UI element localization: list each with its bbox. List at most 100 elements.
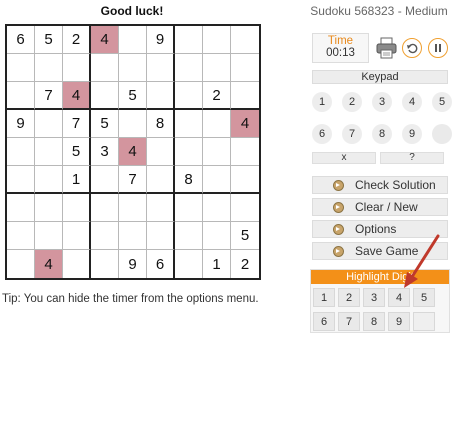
sudoku-cell[interactable] xyxy=(203,194,231,222)
sudoku-cell[interactable]: 5 xyxy=(119,82,147,110)
undo-button[interactable] xyxy=(402,38,422,58)
sudoku-cell[interactable] xyxy=(203,222,231,250)
sudoku-cell[interactable]: 2 xyxy=(203,82,231,110)
keypad-blank-button[interactable] xyxy=(432,124,452,144)
sudoku-cell[interactable]: 8 xyxy=(147,110,175,138)
sudoku-cell[interactable]: 5 xyxy=(91,110,119,138)
sudoku-cell[interactable] xyxy=(7,250,35,278)
sudoku-cell[interactable] xyxy=(231,54,259,82)
sudoku-cell[interactable] xyxy=(7,222,35,250)
sudoku-cell[interactable]: 4 xyxy=(119,138,147,166)
keypad-digit-button[interactable]: 8 xyxy=(372,124,392,144)
sudoku-cell[interactable] xyxy=(91,194,119,222)
sudoku-cell[interactable] xyxy=(231,82,259,110)
keypad-digit-button[interactable]: 1 xyxy=(312,92,332,112)
sudoku-cell[interactable] xyxy=(175,250,203,278)
sudoku-cell[interactable] xyxy=(35,194,63,222)
sudoku-cell[interactable] xyxy=(35,54,63,82)
sudoku-cell[interactable]: 7 xyxy=(35,82,63,110)
sudoku-cell[interactable]: 4 xyxy=(231,110,259,138)
sudoku-cell[interactable] xyxy=(147,194,175,222)
sudoku-cell[interactable] xyxy=(91,54,119,82)
keypad-digit-button[interactable]: 9 xyxy=(402,124,422,144)
sudoku-cell[interactable]: 5 xyxy=(35,26,63,54)
sudoku-cell[interactable]: 4 xyxy=(91,26,119,54)
sudoku-cell[interactable] xyxy=(35,110,63,138)
sudoku-cell[interactable]: 9 xyxy=(7,110,35,138)
sudoku-cell[interactable] xyxy=(91,222,119,250)
sudoku-cell[interactable] xyxy=(119,222,147,250)
sudoku-cell[interactable] xyxy=(7,138,35,166)
sudoku-cell[interactable]: 7 xyxy=(63,110,91,138)
sudoku-cell[interactable] xyxy=(147,166,175,194)
sudoku-cell[interactable]: 8 xyxy=(175,166,203,194)
sudoku-cell[interactable] xyxy=(231,194,259,222)
sudoku-cell[interactable] xyxy=(7,194,35,222)
sudoku-cell[interactable] xyxy=(147,54,175,82)
sudoku-cell[interactable]: 1 xyxy=(63,166,91,194)
sudoku-cell[interactable] xyxy=(203,26,231,54)
sudoku-cell[interactable] xyxy=(63,54,91,82)
sudoku-cell[interactable] xyxy=(7,82,35,110)
sudoku-cell[interactable] xyxy=(175,26,203,54)
keypad-digit-button[interactable]: 5 xyxy=(432,92,452,112)
sudoku-cell[interactable]: 2 xyxy=(231,250,259,278)
sudoku-cell[interactable]: 1 xyxy=(203,250,231,278)
sudoku-cell[interactable] xyxy=(119,26,147,54)
sudoku-cell[interactable] xyxy=(231,166,259,194)
sudoku-cell[interactable] xyxy=(119,110,147,138)
sudoku-cell[interactable] xyxy=(91,250,119,278)
sudoku-cell[interactable] xyxy=(7,54,35,82)
highlight-digit-button[interactable]: 6 xyxy=(313,312,335,331)
print-button[interactable] xyxy=(374,36,400,60)
highlight-digit-button[interactable]: 2 xyxy=(338,288,360,307)
sudoku-cell[interactable]: 3 xyxy=(91,138,119,166)
sudoku-cell[interactable] xyxy=(119,194,147,222)
pause-button[interactable] xyxy=(428,38,448,58)
sudoku-cell[interactable]: 5 xyxy=(231,222,259,250)
keypad-clear-button[interactable]: x xyxy=(312,152,376,164)
keypad-digit-button[interactable]: 7 xyxy=(342,124,362,144)
highlight-digit-button[interactable]: 9 xyxy=(388,312,410,331)
sudoku-cell[interactable] xyxy=(35,166,63,194)
sudoku-cell[interactable]: 9 xyxy=(147,26,175,54)
sudoku-cell[interactable]: 5 xyxy=(63,138,91,166)
keypad-digit-button[interactable]: 2 xyxy=(342,92,362,112)
sudoku-cell[interactable] xyxy=(63,250,91,278)
sudoku-cell[interactable] xyxy=(203,54,231,82)
sudoku-cell[interactable] xyxy=(175,138,203,166)
sudoku-cell[interactable] xyxy=(147,138,175,166)
sudoku-cell[interactable]: 6 xyxy=(147,250,175,278)
sudoku-cell[interactable] xyxy=(35,222,63,250)
clear-new-button[interactable]: Clear / New xyxy=(312,198,448,216)
sudoku-cell[interactable] xyxy=(175,82,203,110)
sudoku-cell[interactable]: 9 xyxy=(119,250,147,278)
highlight-digit-button[interactable]: 7 xyxy=(338,312,360,331)
highlight-digit-button[interactable]: 3 xyxy=(363,288,385,307)
sudoku-cell[interactable] xyxy=(231,26,259,54)
sudoku-cell[interactable]: 4 xyxy=(35,250,63,278)
sudoku-cell[interactable] xyxy=(91,166,119,194)
highlight-digit-button[interactable]: 4 xyxy=(388,288,410,307)
sudoku-cell[interactable] xyxy=(7,166,35,194)
highlight-blank-button[interactable] xyxy=(413,312,435,331)
sudoku-cell[interactable] xyxy=(63,222,91,250)
sudoku-cell[interactable] xyxy=(119,54,147,82)
sudoku-cell[interactable]: 7 xyxy=(119,166,147,194)
keypad-digit-button[interactable]: 4 xyxy=(402,92,422,112)
sudoku-cell[interactable]: 6 xyxy=(7,26,35,54)
sudoku-cell[interactable] xyxy=(147,222,175,250)
sudoku-cell[interactable] xyxy=(63,194,91,222)
sudoku-cell[interactable] xyxy=(203,166,231,194)
sudoku-cell[interactable] xyxy=(231,138,259,166)
sudoku-cell[interactable] xyxy=(175,194,203,222)
sudoku-cell[interactable] xyxy=(203,138,231,166)
highlight-digit-button[interactable]: 8 xyxy=(363,312,385,331)
sudoku-cell[interactable] xyxy=(35,138,63,166)
keypad-digit-button[interactable]: 6 xyxy=(312,124,332,144)
sudoku-cell[interactable] xyxy=(91,82,119,110)
highlight-digit-button[interactable]: 5 xyxy=(413,288,435,307)
sudoku-cell[interactable]: 4 xyxy=(63,82,91,110)
sudoku-cell[interactable] xyxy=(175,54,203,82)
keypad-hint-button[interactable]: ? xyxy=(380,152,444,164)
